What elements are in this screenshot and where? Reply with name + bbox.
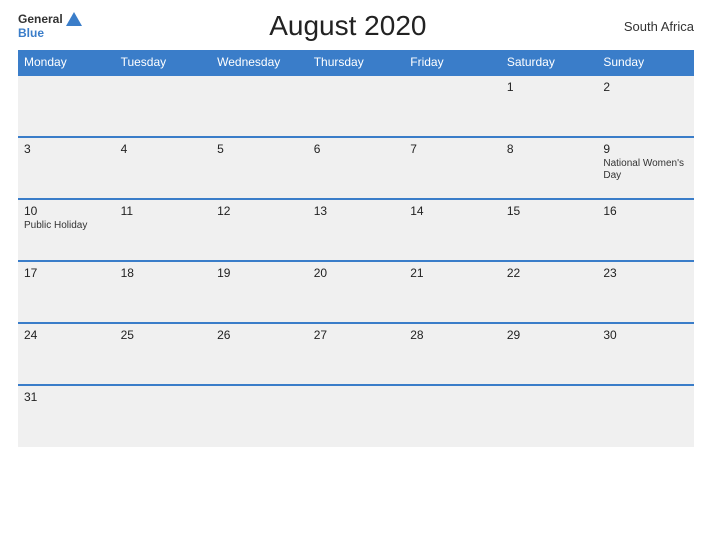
cell-empty (115, 385, 212, 447)
cell-24: 24 (18, 323, 115, 385)
cell-empty (18, 75, 115, 137)
cell-1: 1 (501, 75, 598, 137)
cell-27: 27 (308, 323, 405, 385)
cell-15: 15 (501, 199, 598, 261)
col-tuesday: Tuesday (115, 50, 212, 75)
cell-2: 2 (597, 75, 694, 137)
cell-13: 13 (308, 199, 405, 261)
cell-25: 25 (115, 323, 212, 385)
cell-6: 6 (308, 137, 405, 199)
table-row: 3 4 5 6 7 8 9 National Women's Day (18, 137, 694, 199)
col-monday: Monday (18, 50, 115, 75)
cell-7: 7 (404, 137, 501, 199)
col-saturday: Saturday (501, 50, 598, 75)
cell-10: 10 Public Holiday (18, 199, 115, 261)
cell-26: 26 (211, 323, 308, 385)
cell-empty (308, 75, 405, 137)
cell-5: 5 (211, 137, 308, 199)
logo-triangle-icon (66, 12, 82, 26)
calendar-page: General Blue August 2020 South Africa Mo… (0, 0, 712, 550)
calendar-header-row: Monday Tuesday Wednesday Thursday Friday… (18, 50, 694, 75)
cell-17: 17 (18, 261, 115, 323)
cell-29: 29 (501, 323, 598, 385)
cell-3: 3 (18, 137, 115, 199)
cell-4: 4 (115, 137, 212, 199)
cell-30: 30 (597, 323, 694, 385)
cell-20: 20 (308, 261, 405, 323)
cell-22: 22 (501, 261, 598, 323)
cell-14: 14 (404, 199, 501, 261)
table-row: 31 (18, 385, 694, 447)
calendar-table: Monday Tuesday Wednesday Thursday Friday… (18, 50, 694, 447)
cell-empty (404, 75, 501, 137)
table-row: 24 25 26 27 28 29 30 (18, 323, 694, 385)
cell-empty (308, 385, 405, 447)
cell-empty (211, 75, 308, 137)
cell-empty (115, 75, 212, 137)
cell-9: 9 National Women's Day (597, 137, 694, 199)
col-thursday: Thursday (308, 50, 405, 75)
table-row: 10 Public Holiday 11 12 13 14 15 16 (18, 199, 694, 261)
cell-empty (501, 385, 598, 447)
cell-16: 16 (597, 199, 694, 261)
cell-11: 11 (115, 199, 212, 261)
cell-12: 12 (211, 199, 308, 261)
month-title: August 2020 (82, 10, 614, 42)
cell-empty (597, 385, 694, 447)
table-row: 1 2 (18, 75, 694, 137)
cell-21: 21 (404, 261, 501, 323)
cell-23: 23 (597, 261, 694, 323)
cell-empty (404, 385, 501, 447)
logo-general: General (18, 13, 63, 26)
logo-blue: Blue (18, 27, 82, 40)
cell-28: 28 (404, 323, 501, 385)
cell-8: 8 (501, 137, 598, 199)
header: General Blue August 2020 South Africa (18, 10, 694, 42)
country-label: South Africa (614, 19, 694, 34)
cell-empty (211, 385, 308, 447)
col-sunday: Sunday (597, 50, 694, 75)
logo: General Blue (18, 12, 82, 40)
cell-31: 31 (18, 385, 115, 447)
cell-18: 18 (115, 261, 212, 323)
col-wednesday: Wednesday (211, 50, 308, 75)
col-friday: Friday (404, 50, 501, 75)
table-row: 17 18 19 20 21 22 23 (18, 261, 694, 323)
cell-19: 19 (211, 261, 308, 323)
